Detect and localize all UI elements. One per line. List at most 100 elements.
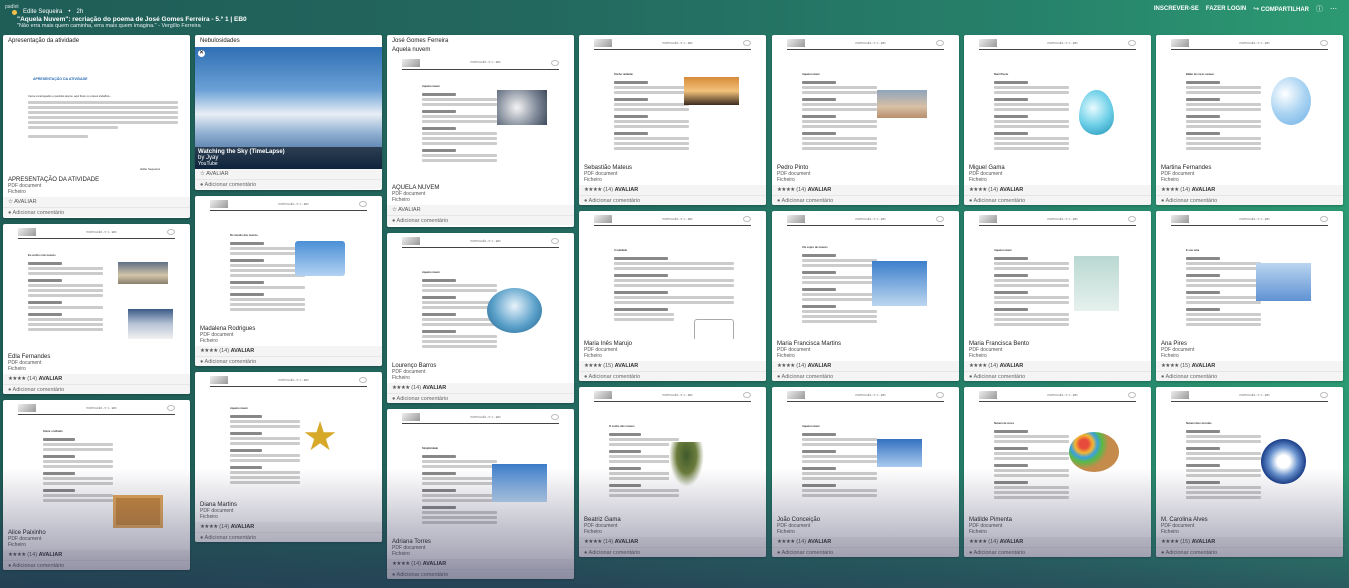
post-card[interactable]: PORTUGUÊS - 5.º 1 - EB0 Simplicidade Adr… (387, 409, 574, 579)
post-card[interactable]: José Gomes Ferreira Aquela nuvem PORTUGU… (387, 35, 574, 227)
rating-bar[interactable]: ★★★★ (14) AVALIAR (195, 522, 382, 532)
post-meta: Adriana Torres PDF document Ficheiro (387, 537, 574, 559)
document-thumbnail[interactable]: PORTUGUÊS - 5.º 1 - EB0 Aquela nuvem ★ (200, 372, 377, 500)
close-icon[interactable]: ✕ (198, 49, 205, 57)
document-thumbnail[interactable]: PORTUGUÊS - 5.º 1 - EB0 E sou uma (1161, 211, 1338, 339)
add-comment[interactable]: ● Adicionar comentário (3, 384, 190, 394)
rating-bar[interactable]: ★★★★ (14) AVALIAR (3, 374, 190, 384)
signup-button[interactable]: INSCREVER-SE (1154, 6, 1199, 12)
separator-dot: • (68, 9, 71, 15)
share-button[interactable]: ↪ COMPARTILHAR (1253, 5, 1309, 13)
rating-bar[interactable]: ★★★★ (15) AVALIAR (579, 361, 766, 371)
document-thumbnail[interactable]: PORTUGUÊS - 5.º 1 - EB0 No mundo das nuv… (200, 196, 377, 324)
thumb-signature: Edite Sequeira (140, 166, 160, 171)
document-thumbnail[interactable]: PORTUGUÊS - 5.º 1 - EB0 Aquela nuvem (392, 54, 569, 183)
rating-bar[interactable]: ★★★★ (14) AVALIAR (387, 383, 574, 393)
document-thumbnail[interactable]: PORTUGUÊS - 5.º 1 - EB0 Sobre o telhado (8, 400, 185, 528)
padlet-header: padlet Edite Sequeira • 2h "Aquela Nuvem… (0, 0, 1349, 33)
add-comment[interactable]: ● Adicionar comentário (3, 560, 190, 570)
document-thumbnail[interactable]: PORTUGUÊS - 5.º 1 - EB0 Eu sonho com nuv… (8, 224, 185, 352)
rating-bar[interactable]: ★★★★ (14) AVALIAR (3, 550, 190, 560)
add-comment[interactable]: ● Adicionar comentário (195, 532, 382, 542)
document-thumbnail[interactable]: PORTUGUÊS - 5.º 1 - EB0 Simplicidade (392, 409, 569, 537)
rating-bar[interactable]: ★★★★ (14) AVALIAR (964, 185, 1151, 195)
login-button[interactable]: FAZER LOGIN (1206, 6, 1246, 12)
post-card[interactable]: PORTUGUÊS - 5.º 1 - EB0 Aquela nuvem Ped… (772, 35, 959, 205)
add-comment[interactable]: ● Adicionar comentário (195, 178, 382, 189)
document-thumbnail[interactable]: PORTUGUÊS - 5.º 1 - EB0 Num Piscar (969, 35, 1146, 163)
post-card[interactable]: PORTUGUÊS - 5.º 1 - EB0 Aquela nuvem ★ D… (195, 372, 382, 542)
document-thumbnail[interactable]: PORTUGUÊS - 5.º 1 - EB0 Sonho radiante (584, 35, 761, 163)
add-comment[interactable]: ● Adicionar comentário (579, 371, 766, 381)
video-thumbnail[interactable]: ✕ Watching the Sky (TimeLapse) by Jyay Y… (195, 46, 382, 169)
rating-bar[interactable]: ★★★★ (14) AVALIAR (772, 361, 959, 371)
add-comment[interactable]: ● Adicionar comentário (579, 547, 766, 557)
rating-bar[interactable]: ☆ AVALIAR (387, 204, 574, 215)
post-card[interactable]: PORTUGUÊS - 5.º 1 - EB0 Aquela nuvem Joã… (772, 387, 959, 557)
poem-text: Sobre o telhado (43, 430, 113, 504)
post-card[interactable]: PORTUGUÊS - 5.º 1 - EB0 Um sopro de nuve… (772, 211, 959, 381)
rating-bar[interactable]: ★★★★ (14) AVALIAR (195, 346, 382, 356)
add-comment[interactable]: ● Adicionar comentário (964, 195, 1151, 205)
rating-bar[interactable]: ☆ AVALIAR (3, 196, 190, 207)
rating-bar[interactable]: ★★★★ (14) AVALIAR (1156, 185, 1343, 195)
post-card[interactable]: PORTUGUÊS - 5.º 1 - EB0 Balão de cores s… (1156, 35, 1343, 205)
add-comment[interactable]: ● Adicionar comentário (3, 206, 190, 217)
post-card[interactable]: PORTUGUÊS - 5.º 1 - EB0 Aquela nuvem Mar… (964, 211, 1151, 381)
post-card[interactable]: Nebulosidades ✕ Watching the Sky (TimeLa… (195, 35, 382, 190)
page-subtitle: "Não erra mais quem caminha, erra mais q… (17, 23, 201, 29)
document-thumbnail[interactable]: APRESENTAÇÃO DA ATIVIDADE Caros encarreg… (8, 46, 185, 175)
info-icon[interactable]: ⓘ (1316, 4, 1323, 14)
document-thumbnail[interactable]: PORTUGUÊS - 5.º 1 - EB0 Um sopro de nuve… (777, 211, 954, 339)
doc-header: PORTUGUÊS - 5.º 1 - EB0 (584, 211, 761, 225)
rating-bar[interactable]: ★★★★ (15) AVALIAR (1156, 361, 1343, 371)
rating-bar[interactable]: ★★★★ (14) AVALIAR (964, 361, 1151, 371)
add-comment[interactable]: ● Adicionar comentário (387, 393, 574, 403)
add-comment[interactable]: ● Adicionar comentário (1156, 195, 1343, 205)
rating-bar[interactable]: ★★★★ (14) AVALIAR (964, 537, 1151, 547)
add-comment[interactable]: ● Adicionar comentário (772, 195, 959, 205)
rating-bar[interactable]: ★★★★ (14) AVALIAR (387, 559, 574, 569)
document-thumbnail[interactable]: PORTUGUÊS - 5.º 1 - EB0 Aquela nuvem (969, 211, 1146, 339)
add-comment[interactable]: ● Adicionar comentário (1156, 547, 1343, 557)
post-card[interactable]: PORTUGUÊS - 5.º 1 - EB0 Eu sonho com nuv… (3, 224, 190, 394)
add-comment[interactable]: ● Adicionar comentário (1156, 371, 1343, 381)
post-card[interactable]: PORTUGUÊS - 5.º 1 - EB0 Nuvem das record… (1156, 387, 1343, 557)
add-comment[interactable]: ● Adicionar comentário (387, 214, 574, 225)
doc-source: Ficheiro (584, 177, 602, 183)
post-card[interactable]: PORTUGUÊS - 5.º 1 - EB0 Sobre o telhado … (3, 400, 190, 570)
rating-bar[interactable]: ★★★★ (14) AVALIAR (579, 185, 766, 195)
post-card[interactable]: PORTUGUÊS - 5.º 1 - EB0 Num Piscar Migue… (964, 35, 1151, 205)
add-comment[interactable]: ● Adicionar comentário (772, 371, 959, 381)
post-card[interactable]: PORTUGUÊS - 5.º 1 - EB0 Aquela nuvem Lou… (387, 233, 574, 403)
rating-bar[interactable]: ★★★★ (14) AVALIAR (772, 537, 959, 547)
document-thumbnail[interactable]: PORTUGUÊS - 5.º 1 - EB0 Aquela nuvem (777, 35, 954, 163)
document-thumbnail[interactable]: PORTUGUÊS - 5.º 1 - EB0 Aquela nuvem (777, 387, 954, 515)
post-card[interactable]: PORTUGUÊS - 5.º 1 - EB0 Sonho radiante S… (579, 35, 766, 205)
rating-bar[interactable]: ★★★★ (15) AVALIAR (1156, 537, 1343, 547)
poem-text: Nuvem das recordas (1186, 422, 1261, 501)
rating-bar[interactable]: ★★★★ (14) AVALIAR (579, 537, 766, 547)
add-comment[interactable]: ● Adicionar comentário (579, 195, 766, 205)
document-thumbnail[interactable]: PORTUGUÊS - 5.º 1 - EB0 O sonho das nuve… (584, 387, 761, 515)
document-thumbnail[interactable]: PORTUGUÊS - 5.º 1 - EB0 Nuvem das record… (1161, 387, 1338, 515)
more-icon[interactable]: ⋯ (1330, 5, 1337, 13)
post-card[interactable]: PORTUGUÊS - 5.º 1 - EB0 O sonho das nuve… (579, 387, 766, 557)
post-card[interactable]: Apresentação da atividade APRESENTAÇÃO D… (3, 35, 190, 218)
add-comment[interactable]: ● Adicionar comentário (964, 371, 1151, 381)
add-comment[interactable]: ● Adicionar comentário (772, 547, 959, 557)
add-comment[interactable]: ● Adicionar comentário (195, 356, 382, 366)
avatar (12, 9, 17, 15)
rating-bar[interactable]: ★★★★ (14) AVALIAR (772, 185, 959, 195)
post-card[interactable]: PORTUGUÊS - 5.º 1 - EB0 A maldade Maria … (579, 211, 766, 381)
document-thumbnail[interactable]: PORTUGUÊS - 5.º 1 - EB0 Nuvem de cores (969, 387, 1146, 515)
document-thumbnail[interactable]: PORTUGUÊS - 5.º 1 - EB0 Balão de cores s… (1161, 35, 1338, 163)
add-comment[interactable]: ● Adicionar comentário (387, 569, 574, 579)
document-thumbnail[interactable]: PORTUGUÊS - 5.º 1 - EB0 Aquela nuvem (392, 233, 569, 361)
post-card[interactable]: PORTUGUÊS - 5.º 1 - EB0 E sou uma Ana Pi… (1156, 211, 1343, 381)
add-comment[interactable]: ● Adicionar comentário (964, 547, 1151, 557)
post-card[interactable]: PORTUGUÊS - 5.º 1 - EB0 No mundo das nuv… (195, 196, 382, 366)
post-card[interactable]: PORTUGUÊS - 5.º 1 - EB0 Nuvem de cores M… (964, 387, 1151, 557)
document-thumbnail[interactable]: PORTUGUÊS - 5.º 1 - EB0 A maldade (584, 211, 761, 339)
rating-bar[interactable]: ☆ AVALIAR (195, 168, 382, 179)
